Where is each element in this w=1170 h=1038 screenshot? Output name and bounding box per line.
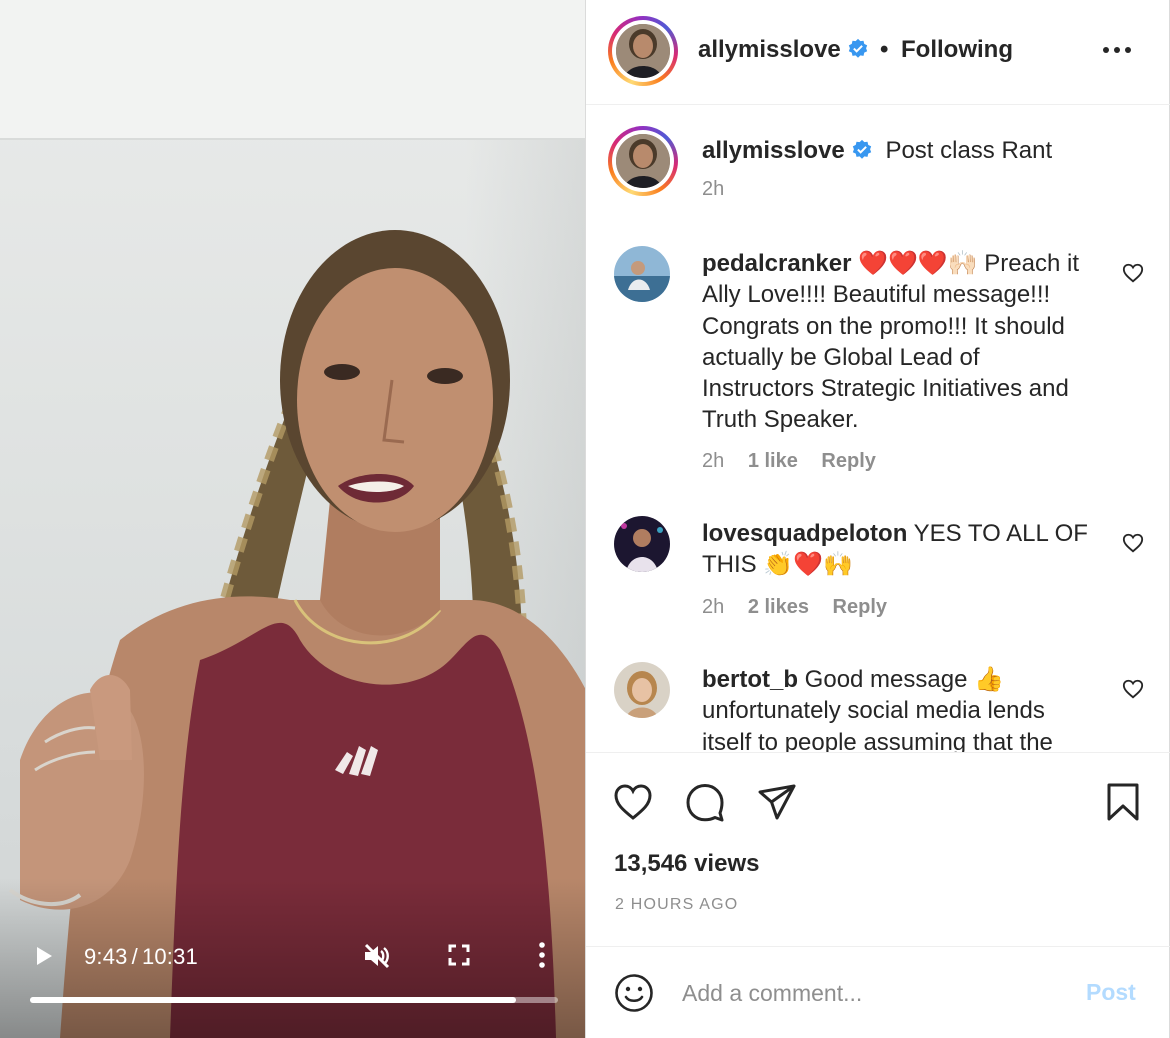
commenter-avatar[interactable]	[614, 516, 670, 572]
comment-input[interactable]	[682, 973, 1062, 1013]
fullscreen-icon[interactable]	[448, 944, 470, 966]
comment-timestamp: 2h	[702, 596, 725, 618]
bookmark-icon[interactable]	[1102, 781, 1144, 823]
play-icon[interactable]	[32, 944, 56, 968]
author-username[interactable]: allymisslove	[698, 36, 869, 64]
view-count[interactable]: 13,546 views	[614, 850, 759, 878]
paper-plane-icon[interactable]	[756, 781, 798, 823]
author-avatar[interactable]	[608, 16, 678, 86]
video-controls: 9:43/10:31	[0, 930, 585, 990]
video-progress-bar[interactable]	[30, 997, 558, 1003]
muted-speaker-icon[interactable]	[362, 942, 392, 970]
smiley-icon[interactable]	[614, 973, 654, 1013]
time-separator: /	[131, 944, 138, 969]
comment-username[interactable]: bertot_b	[702, 666, 798, 693]
verified-badge-icon	[852, 139, 871, 159]
speech-bubble-icon[interactable]	[684, 781, 726, 823]
comment-text: ❤️❤️❤️🙌🏻 Preach it Ally Love!!!! Beautif…	[702, 250, 1080, 434]
header-separator: •	[880, 36, 889, 63]
comment-reply-button[interactable]: Reply	[821, 450, 875, 472]
caption-timestamp: 2h	[702, 178, 725, 200]
verified-badge-icon	[848, 38, 867, 58]
comment-reply-button[interactable]: Reply	[833, 596, 887, 618]
caption-avatar-image	[616, 134, 670, 188]
author-username-text: allymisslove	[698, 36, 841, 63]
comments-list[interactable]: allymisslove Post class Rant 2h pedalcra…	[586, 106, 1170, 752]
commenter-avatar-image	[614, 246, 670, 302]
comment-meta: 2h 1 like Reply	[702, 450, 894, 473]
heart-icon[interactable]	[612, 781, 654, 823]
comment-like-heart-icon[interactable]	[1122, 262, 1144, 284]
post-actions: 13,546 views 2 HOURS AGO	[586, 752, 1170, 946]
comment-username[interactable]: pedalcranker	[702, 250, 851, 277]
comment-likes[interactable]: 2 likes	[748, 596, 809, 618]
caption-text: Post class Rant	[885, 137, 1053, 164]
comment-composer: Post	[586, 946, 1170, 1038]
comment-meta: 2h 2 likes Reply	[702, 596, 905, 619]
following-button[interactable]: Following	[901, 36, 1013, 64]
commenter-avatar[interactable]	[614, 662, 670, 718]
post-timestamp: 2 HOURS AGO	[615, 896, 739, 913]
caption: allymisslove Post class Rant	[702, 136, 1122, 166]
comment-likes[interactable]: 1 like	[748, 450, 798, 472]
commenter-avatar-image	[614, 662, 670, 718]
horizontal-ellipsis-icon[interactable]	[1101, 40, 1133, 60]
caption-username[interactable]: allymisslove	[702, 137, 845, 164]
caption-avatar[interactable]	[608, 126, 678, 196]
time-readout: 9:43/10:31	[84, 944, 198, 970]
author-avatar-image	[616, 24, 670, 78]
commenter-avatar-image	[614, 516, 670, 572]
comment-body: lovesquadpeloton YES TO ALL OF THIS 👏❤️🙌	[702, 518, 1097, 581]
commenter-avatar[interactable]	[614, 246, 670, 302]
comment-like-heart-icon[interactable]	[1122, 678, 1144, 700]
post-header: allymisslove • Following	[586, 0, 1170, 105]
comment-like-heart-icon[interactable]	[1122, 532, 1144, 554]
video-progress-fill	[30, 997, 516, 1003]
time-total: 10:31	[141, 944, 198, 969]
post-comment-button[interactable]: Post	[1086, 979, 1136, 1006]
comment-timestamp: 2h	[702, 450, 725, 472]
time-current: 9:43	[84, 944, 128, 969]
video-player[interactable]: 9:43/10:31	[0, 0, 586, 1038]
comment-username[interactable]: lovesquadpeloton	[702, 520, 907, 547]
comment-body: bertot_b Good message 👍 unfortunately so…	[702, 664, 1097, 752]
vertical-ellipsis-icon[interactable]	[536, 942, 548, 968]
comment-body: pedalcranker ❤️❤️❤️🙌🏻 Preach it Ally Lov…	[702, 248, 1097, 436]
post-panel: allymisslove • Following allymisslove Po…	[586, 0, 1170, 1038]
